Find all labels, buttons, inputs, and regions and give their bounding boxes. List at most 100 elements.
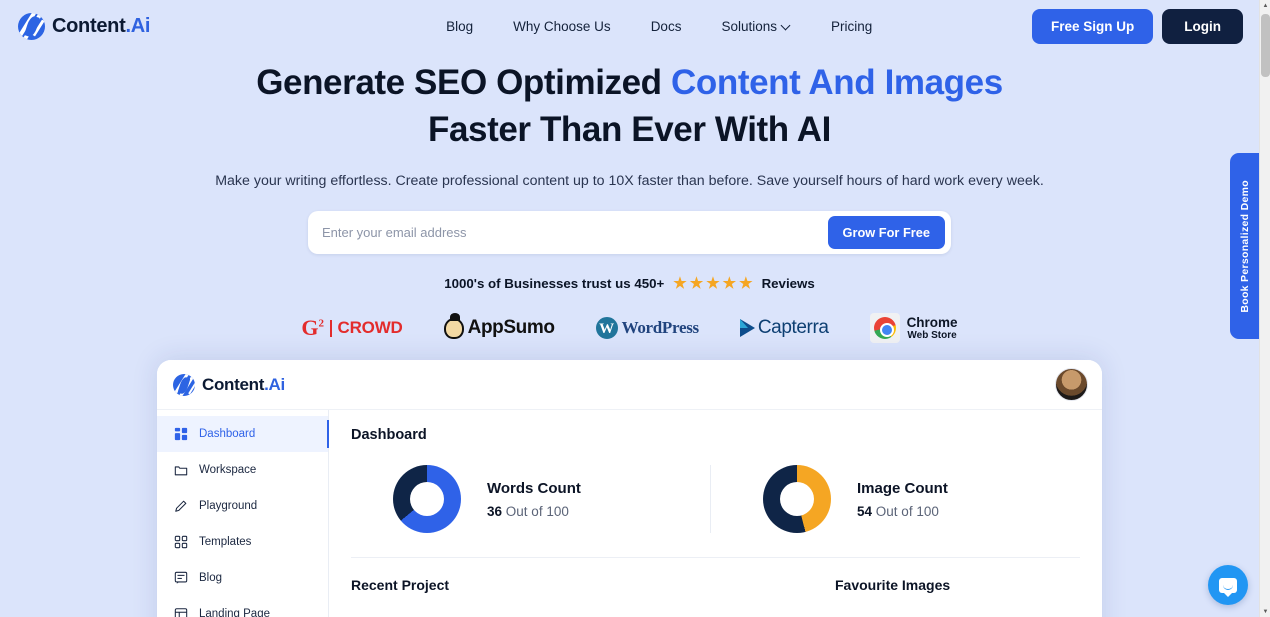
top-navbar: Content.Ai Blog Why Choose Us Docs Solut… xyxy=(0,0,1259,52)
dashboard-logo-text: Content.Ai xyxy=(202,375,285,395)
image-count-suffix: Out of 100 xyxy=(876,504,939,519)
scroll-up-arrow-icon[interactable]: ▲ xyxy=(1260,0,1270,11)
site-logo-text: Content.Ai xyxy=(52,15,150,38)
chat-widget-button[interactable] xyxy=(1208,565,1248,605)
browser-scrollbar[interactable]: ▲ ▼ xyxy=(1259,0,1270,617)
email-signup-row: Grow For Free xyxy=(308,211,951,254)
star-icon: ★ xyxy=(673,276,686,291)
page-root: Content.Ai Blog Why Choose Us Docs Solut… xyxy=(0,0,1270,617)
star-icon: ★ xyxy=(690,276,703,291)
star-icon: ★ xyxy=(739,276,752,291)
headline-part1: Generate SEO Optimized xyxy=(256,63,671,102)
dashboard-sections: Recent Project Favourite Images xyxy=(351,577,1080,593)
site-logo[interactable]: Content.Ai xyxy=(18,13,150,40)
brand-logo-row: G2 CROWD AppSumo W WordPress xyxy=(0,313,1259,343)
sidebar-item-playground-label: Playground xyxy=(199,500,257,512)
scroll-down-arrow-icon[interactable]: ▼ xyxy=(1260,606,1270,617)
recent-project-heading: Recent Project xyxy=(351,577,835,593)
nav-item-blog[interactable]: Blog xyxy=(446,19,473,34)
words-count-number: 36 xyxy=(487,504,502,519)
chrome-logo-icon xyxy=(870,313,900,343)
avatar[interactable] xyxy=(1055,368,1088,401)
nav-item-blog-label: Blog xyxy=(446,19,473,34)
brand-logo-g2crowd: G2 CROWD xyxy=(301,313,402,343)
favourite-images-heading: Favourite Images xyxy=(835,577,950,593)
dashboard-main: Dashboard Words Count 36 Out of 100 Imag… xyxy=(329,410,1102,617)
dashboard-title: Dashboard xyxy=(351,427,1080,443)
nav-links: Blog Why Choose Us Docs Solutions Pricin… xyxy=(446,19,872,34)
chevron-down-icon xyxy=(782,22,791,31)
sidebar-item-dashboard-label: Dashboard xyxy=(199,428,255,440)
brand-logo-capterra: Capterra xyxy=(740,313,829,343)
sidebar-item-templates-label: Templates xyxy=(199,536,251,548)
nav-item-solutions-label: Solutions xyxy=(721,19,777,34)
trust-suffix-text: Reviews xyxy=(762,276,815,291)
book-demo-tab[interactable]: Book Personalized Demo xyxy=(1230,153,1259,339)
dashboard-logo[interactable]: Content.Ai xyxy=(173,374,285,396)
headline-part2: Faster Than Ever With AI xyxy=(428,110,831,149)
nav-item-pricing-label: Pricing xyxy=(831,19,872,34)
layout-icon xyxy=(174,607,188,617)
sidebar-item-templates[interactable]: Templates xyxy=(157,524,328,560)
article-icon xyxy=(174,571,188,585)
g2-divider xyxy=(330,320,332,337)
content-ai-logo-icon xyxy=(173,374,195,396)
dashboard-logo-accent: .Ai xyxy=(264,375,285,394)
appsumo-mascot-icon xyxy=(444,318,464,339)
brand-logo-appsumo: AppSumo xyxy=(444,313,555,343)
sidebar-item-workspace[interactable]: Workspace xyxy=(157,452,328,488)
g2-mark-icon: G2 xyxy=(301,317,324,339)
star-icon: ★ xyxy=(706,276,719,291)
nav-item-pricing[interactable]: Pricing xyxy=(831,19,872,34)
words-count-donut-chart xyxy=(393,465,461,533)
grow-for-free-button[interactable]: Grow For Free xyxy=(828,216,945,249)
brand-logo-wordpress: W WordPress xyxy=(596,313,699,343)
stat-words-count: Words Count 36 Out of 100 xyxy=(351,465,710,533)
login-button[interactable]: Login xyxy=(1162,9,1243,44)
dashboard-preview-panel: Content.Ai Dashboard xyxy=(157,360,1102,617)
appsumo-label: AppSumo xyxy=(468,317,555,339)
sidebar-item-playground[interactable]: Playground xyxy=(157,488,328,524)
nav-item-docs[interactable]: Docs xyxy=(651,19,682,34)
content-ai-logo-icon xyxy=(18,13,45,40)
nav-item-docs-label: Docs xyxy=(651,19,682,34)
image-count-value: 54 Out of 100 xyxy=(857,504,948,519)
squares-icon xyxy=(174,535,188,549)
stat-image-count: Image Count 54 Out of 100 xyxy=(710,465,1080,533)
rating-stars: ★ ★ ★ ★ ★ xyxy=(673,276,752,291)
dashboard-header: Content.Ai xyxy=(157,360,1102,410)
email-input[interactable] xyxy=(320,225,828,240)
dashboard-sidebar: Dashboard Workspace Playground xyxy=(157,410,329,617)
logo-text-accent: .Ai xyxy=(125,15,150,37)
capterra-label: Capterra xyxy=(758,317,829,339)
section-divider xyxy=(351,557,1080,558)
hero-subtitle: Make your writing effortless. Create pro… xyxy=(0,173,1259,189)
sidebar-item-blog[interactable]: Blog xyxy=(157,560,328,596)
nav-item-solutions[interactable]: Solutions xyxy=(721,19,791,34)
trust-prefix-text: 1000's of Businesses trust us 450+ xyxy=(444,276,664,291)
nav-actions: Free Sign Up Login xyxy=(1032,9,1243,44)
capterra-mark-icon xyxy=(740,319,755,337)
dashboard-logo-dark: Content xyxy=(202,375,264,394)
g2-label: CROWD xyxy=(338,318,403,338)
headline-highlight: Content And Images xyxy=(671,63,1003,102)
stats-row: Words Count 36 Out of 100 Image Count 54… xyxy=(351,465,1080,533)
chrome-label-line2: Web Store xyxy=(907,330,958,342)
free-sign-up-button[interactable]: Free Sign Up xyxy=(1032,9,1153,44)
words-count-value: 36 Out of 100 xyxy=(487,504,581,519)
nav-item-why-choose-us[interactable]: Why Choose Us xyxy=(513,19,611,34)
image-count-number: 54 xyxy=(857,504,872,519)
sidebar-item-dashboard[interactable]: Dashboard xyxy=(157,416,328,452)
chrome-label-line1: Chrome xyxy=(907,315,958,331)
sidebar-item-landing-page[interactable]: Landing Page xyxy=(157,596,328,617)
brand-logo-chrome-web-store: Chrome Web Store xyxy=(870,313,958,343)
book-demo-tab-label: Book Personalized Demo xyxy=(1239,180,1251,313)
image-count-label: Image Count xyxy=(857,480,948,497)
wordpress-label: WordPress xyxy=(622,318,699,338)
words-count-label: Words Count xyxy=(487,480,581,497)
trust-line: 1000's of Businesses trust us 450+ ★ ★ ★… xyxy=(0,276,1259,291)
logo-text-dark: Content xyxy=(52,15,125,37)
chat-bubble-icon xyxy=(1219,578,1237,593)
page-title: Generate SEO Optimized Content And Image… xyxy=(230,60,1030,153)
scrollbar-thumb[interactable] xyxy=(1261,14,1270,77)
